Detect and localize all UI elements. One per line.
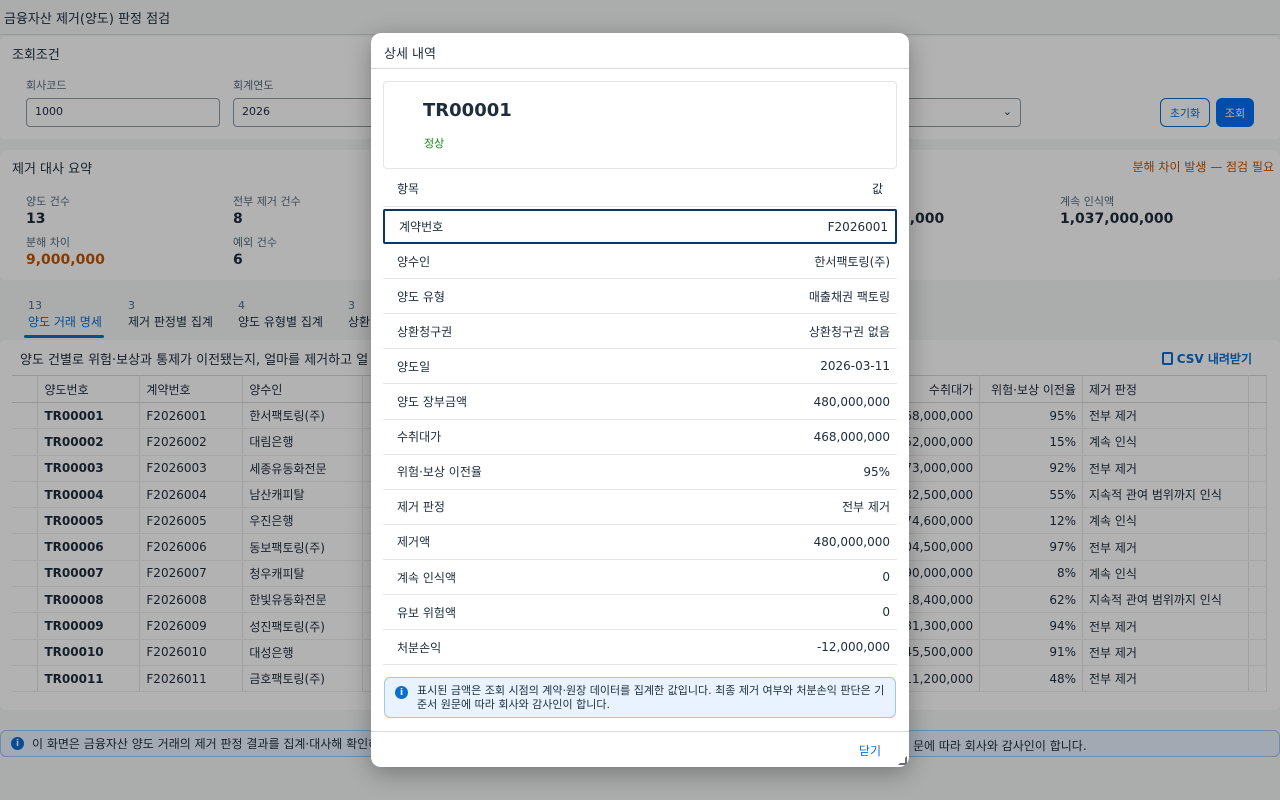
dialog-info-strip: i 표시된 금액은 조회 시점의 계약·원장 데이터를 집계한 값입니다. 최종… (384, 677, 896, 718)
property-value: 상환청구권 없음 (808, 324, 890, 339)
info-icon: i (395, 686, 408, 699)
property-value: 전부 제거 (842, 500, 890, 515)
property-value: 한서팩토링(주) (814, 254, 890, 269)
dialog-info-text: 표시된 금액은 조회 시점의 계약·원장 데이터를 집계한 값입니다. 최종 제… (417, 684, 885, 711)
property-row[interactable]: 계속 인식액 0 (383, 560, 897, 595)
property-key: 양도 장부금액 (397, 395, 468, 409)
detail-dialog: 상세 내역 TR00001 정상 항목 값 계약번호 F2026001 양수인 한서팩… (371, 33, 909, 767)
property-key: 양도일 (397, 359, 431, 374)
object-title: TR00001 (423, 100, 512, 121)
property-key: 계약번호 (399, 220, 444, 234)
property-value: 0 (882, 605, 890, 620)
property-key: 계속 인식액 (397, 570, 457, 585)
property-value: 2026-03-11 (820, 359, 890, 374)
close-button[interactable]: 닫기 (859, 742, 881, 759)
property-row[interactable]: 양도 장부금액 480,000,000 (383, 385, 897, 420)
property-value: F2026001 (827, 219, 888, 234)
property-key: 양도 유형 (397, 289, 445, 304)
property-key: 유보 위험액 (397, 605, 457, 620)
property-key: 위험·보상 이전율 (397, 465, 482, 480)
property-row[interactable]: 수취대가 468,000,000 (383, 420, 897, 455)
dialog-title: 상세 내역 (371, 33, 909, 69)
property-key: 수취대가 (397, 430, 442, 445)
property-value: 매출채권 팩토링 (808, 289, 890, 304)
property-key: 상환청구권 (397, 324, 453, 339)
property-col-value: 값 (871, 182, 883, 196)
property-value: 480,000,000 (813, 394, 890, 409)
property-key: 제거액 (397, 535, 431, 550)
property-header-row: 항목 값 (383, 171, 897, 207)
property-key: 제거 판정 (397, 500, 445, 515)
object-header: TR00001 정상 (383, 81, 897, 169)
property-value: 468,000,000 (813, 429, 890, 444)
dialog-footer: 닫기 (371, 731, 909, 767)
property-row[interactable]: 처분손익 -12,000,000 (383, 630, 897, 666)
property-row[interactable]: 양도일 2026-03-11 (383, 349, 897, 385)
property-key: 처분손익 (397, 640, 442, 655)
property-row[interactable]: 위험·보상 이전율 95% (383, 455, 897, 490)
property-row[interactable]: 계약번호 F2026001 (383, 209, 897, 244)
property-key: 양수인 (397, 254, 431, 269)
property-value: 480,000,000 (813, 534, 890, 549)
property-row[interactable]: 제거 판정 전부 제거 (383, 490, 897, 525)
property-col-item: 항목 (397, 182, 420, 196)
property-value: -12,000,000 (816, 640, 890, 655)
object-status: 정상 (424, 137, 445, 150)
property-row[interactable]: 유보 위험액 0 (383, 595, 897, 631)
property-value: 0 (882, 570, 890, 584)
property-row[interactable]: 상환청구권 상환청구권 없음 (383, 314, 897, 350)
property-row[interactable]: 양도 유형 매출채권 팩토링 (383, 279, 897, 315)
property-row[interactable]: 제거액 480,000,000 (383, 525, 897, 560)
property-value: 95% (863, 464, 890, 479)
property-row[interactable]: 양수인 한서팩토링(주) (383, 244, 897, 280)
